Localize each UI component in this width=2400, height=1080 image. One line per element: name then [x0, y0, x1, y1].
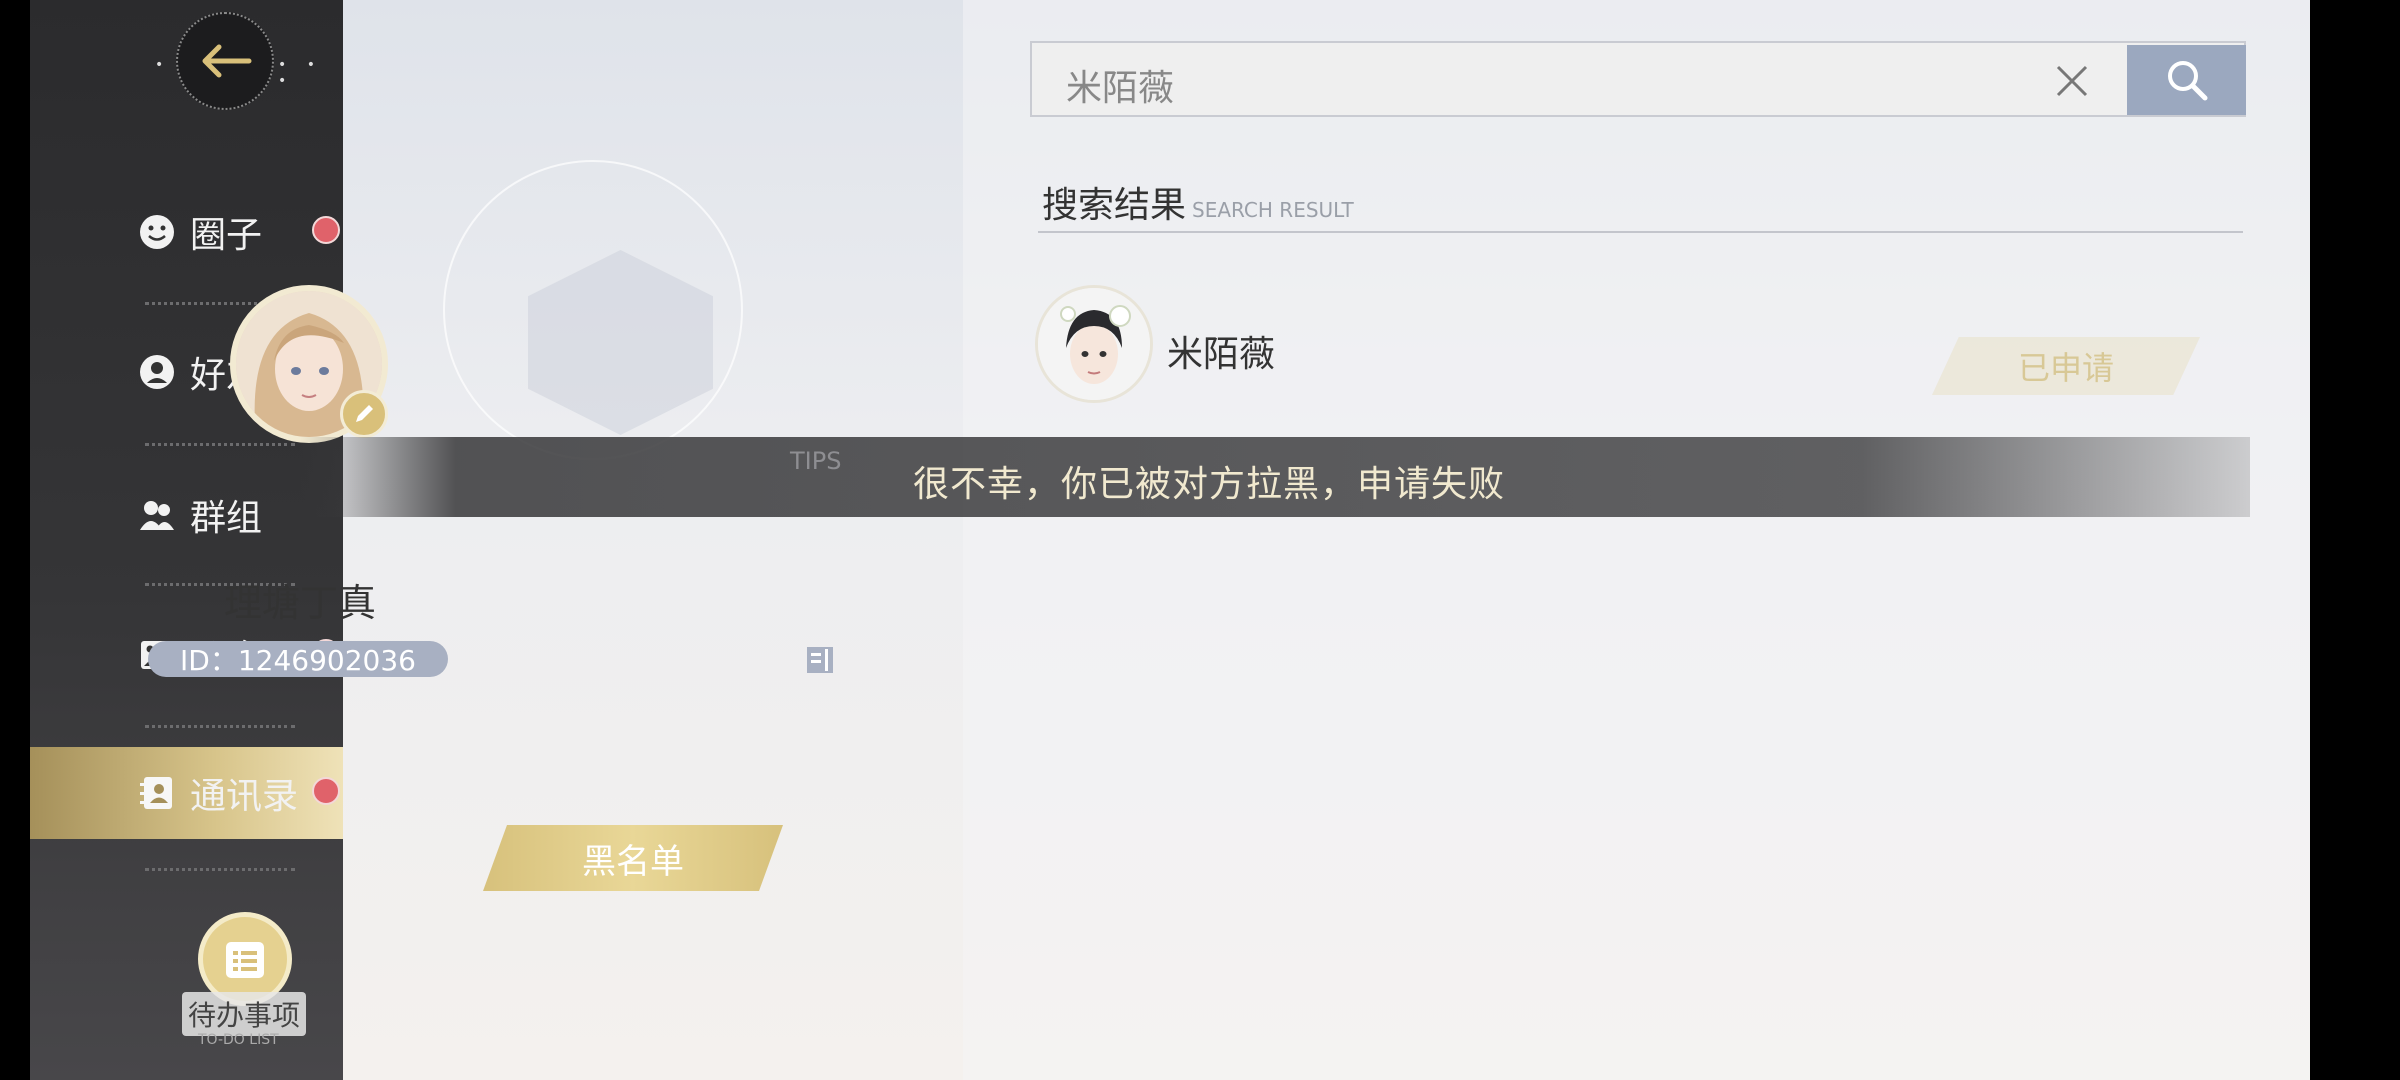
blacklist-button[interactable]: 黑名单: [483, 825, 783, 891]
applied-status-button: 已申请: [1932, 337, 2200, 395]
friend-icon: [138, 353, 176, 391]
notification-dot: [312, 777, 340, 805]
screen-edge-left: [0, 0, 30, 1080]
results-heading: 搜索结果 SEARCH RESULT: [1042, 176, 1354, 228]
sidebar-item-label: 通讯录: [190, 776, 299, 817]
result-avatar[interactable]: [1035, 285, 1153, 403]
sidebar-item-circle[interactable]: 圈子: [30, 182, 343, 282]
search-icon: [2167, 61, 2207, 101]
edit-avatar-button[interactable]: [340, 390, 388, 438]
clear-search-icon[interactable]: [2052, 61, 2092, 101]
back-button[interactable]: [176, 12, 274, 110]
divider: [145, 725, 295, 728]
sidebar-item-contacts[interactable]: 通讯录: [30, 747, 343, 839]
search-input[interactable]: 米陌薇: [1066, 59, 1174, 111]
sidebar: • • • • 圈子 好友 群组 公众号 ! 通讯录: [30, 0, 343, 1080]
search-box: 米陌薇: [1030, 41, 2246, 117]
sidebar-item-label: 圈子: [190, 215, 263, 256]
todo-sublabel: TO-DO LIST: [198, 1032, 279, 1048]
pencil-icon: [356, 405, 373, 422]
results-divider: [1038, 231, 2243, 233]
decor-dots: •: [155, 57, 172, 73]
todo-label: 待办事项: [182, 992, 307, 1036]
profile-id: ID：1246902036: [148, 641, 448, 677]
divider: [145, 868, 295, 871]
results-title: 搜索结果: [1042, 185, 1187, 226]
back-arrow-icon: [202, 44, 252, 78]
results-subtitle: SEARCH RESULT: [1192, 198, 1354, 222]
todo-button[interactable]: 待办事项 TO-DO LIST: [150, 912, 340, 1052]
sidebar-item-label: 群组: [190, 498, 263, 539]
profile-username: 理塘丁真: [223, 581, 376, 625]
result-name: 米陌薇: [1167, 334, 1276, 375]
smile-icon: [138, 213, 176, 251]
list-item[interactable]: 米陌薇 已申请: [1035, 285, 2205, 405]
contacts-icon: [138, 774, 176, 812]
screen-edge-right: [2310, 0, 2400, 1080]
toast-message: 很不幸，你已被对方拉黑，申请失败: [913, 464, 1506, 505]
search-button[interactable]: [2127, 45, 2246, 115]
list-icon: [226, 942, 264, 978]
copy-id-icon[interactable]: [805, 643, 837, 675]
sidebar-item-groups[interactable]: 群组: [30, 465, 343, 565]
notification-dot: [312, 216, 340, 244]
search-panel: [963, 0, 2310, 1080]
toast-tips-label: TIPS: [790, 447, 842, 475]
group-icon: [138, 496, 176, 534]
decor-dots: • • •: [278, 57, 323, 89]
profile-panel: [343, 0, 963, 1080]
divider: [145, 443, 295, 446]
